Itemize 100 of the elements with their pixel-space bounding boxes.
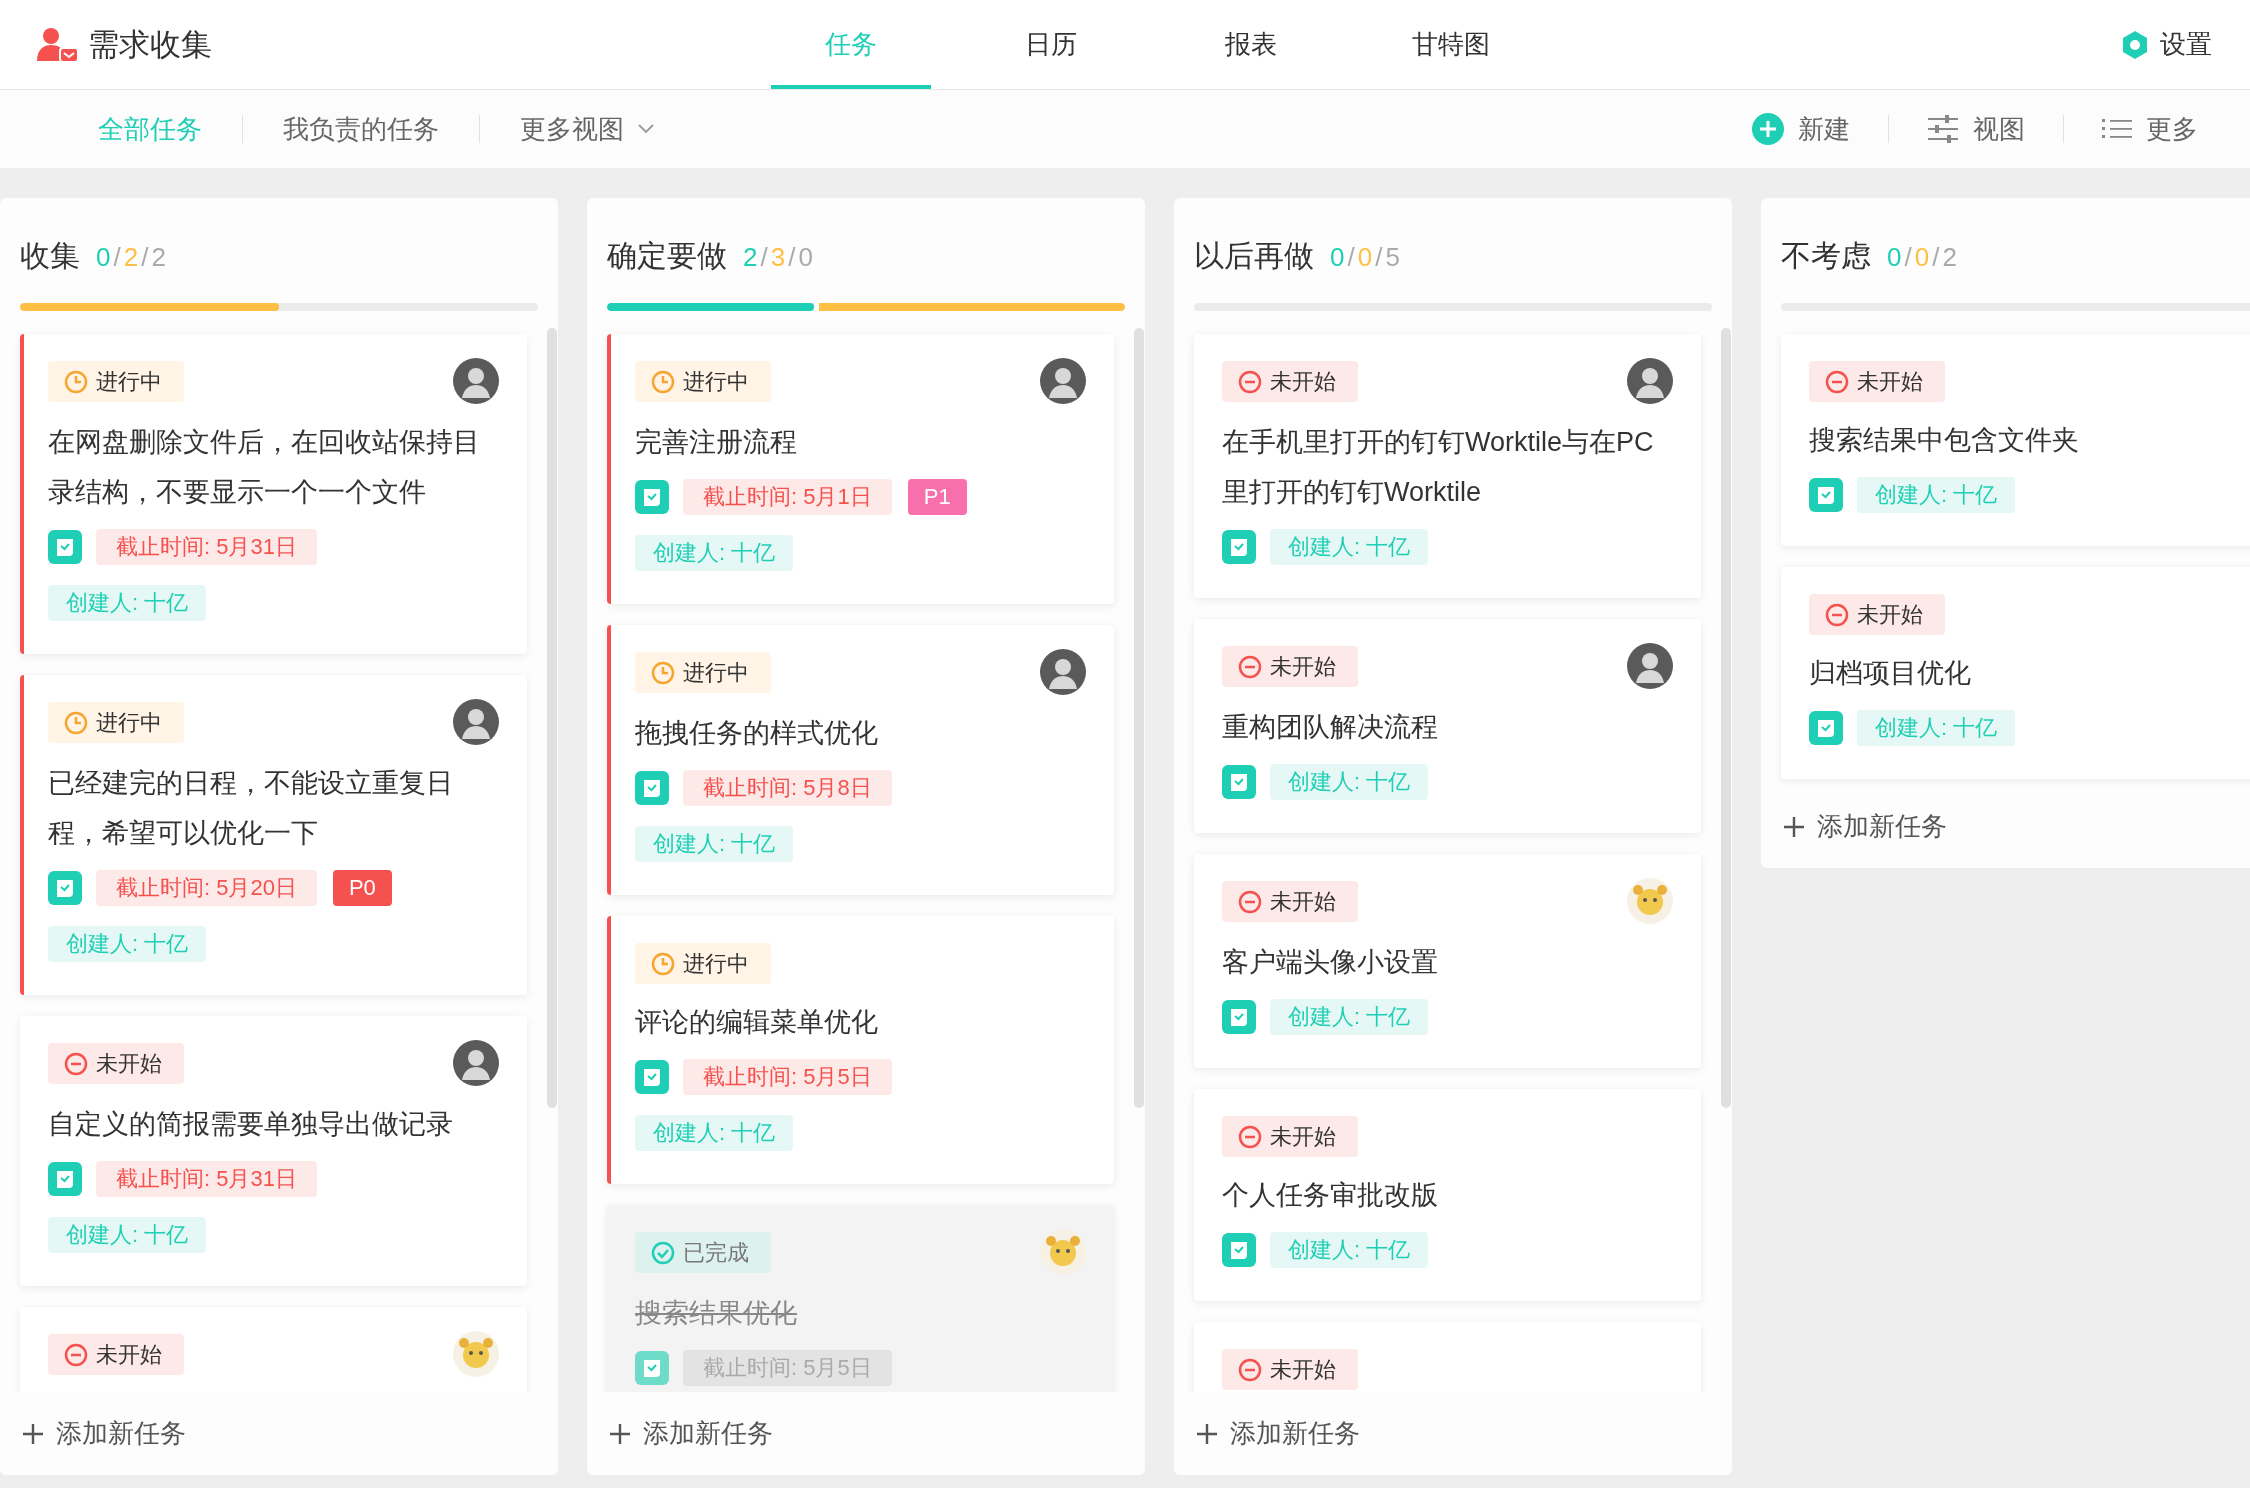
clock-icon [651, 660, 675, 685]
nav-tab[interactable]: 甘特图 [1371, 0, 1531, 89]
task-card[interactable]: 进行中 拖拽任务的样式优化 截止时间: 5月8日 创建人: 十亿 [607, 625, 1114, 895]
task-title: 重构团队解决流程 [1222, 711, 1439, 744]
column-title: 收集 [20, 238, 80, 274]
task-card[interactable]: 进行中 评论的编辑菜单优化 截止时间: 5月5日 创建人: 十亿 [607, 916, 1114, 1184]
view-button[interactable]: 视图 [1889, 111, 2063, 147]
plus-icon [1196, 1422, 1218, 1445]
minus-circle-icon [1825, 602, 1849, 627]
plus-circle-icon [1752, 113, 1784, 145]
task-count: 0 [1887, 242, 1902, 273]
column-title: 不考虑 [1781, 238, 1871, 274]
deadline-tag: 截止时间: 5月31日 [96, 529, 317, 565]
clock-icon [64, 369, 88, 394]
task-card[interactable]: 未开始 重构团队解决流程 创建人: 十亿 [1194, 619, 1701, 833]
count-separator: / [1375, 242, 1383, 273]
more-button[interactable]: 更多 [2064, 111, 2198, 147]
new-button[interactable]: 新建 [1714, 111, 1888, 147]
avatar [1627, 643, 1673, 689]
creator-tag: 创建人: 十亿 [635, 535, 794, 571]
creator-tag: 创建人: 十亿 [635, 826, 794, 862]
minus-circle-icon [1238, 889, 1262, 914]
task-card[interactable]: 未开始 [1194, 1322, 1701, 1392]
settings-icon [2120, 29, 2150, 60]
deadline-tag: 截止时间: 5月5日 [683, 1059, 892, 1095]
task-card[interactable]: 未开始 个人任务审批改版 创建人: 十亿 [1194, 1089, 1701, 1301]
cartoon-avatar [1040, 1229, 1086, 1275]
deadline-tag: 截止时间: 5月1日 [683, 479, 892, 515]
task-card[interactable]: 未开始 客户端头像小设置 创建人: 十亿 [1194, 854, 1701, 1068]
view-tab[interactable]: 我负责的任务 [243, 111, 479, 147]
user-logo-icon [36, 26, 80, 63]
scrollbar-thumb[interactable] [547, 328, 557, 1108]
check-circle-icon [651, 1240, 675, 1265]
status-tag: 未开始 [1809, 361, 1945, 402]
task-card[interactable]: 进行中 已经建完的日程，不能设立重复日程，希望可以优化一下 截止时间: 5月20日 P0 创建人: 十亿 [20, 675, 527, 995]
task-card[interactable]: 未开始 搜索结果中包含文件夹 创建人: 十亿 [1781, 334, 2250, 546]
checkbox-icon [635, 1351, 669, 1385]
checkbox-icon [635, 771, 669, 805]
task-count: 0 [798, 242, 813, 273]
checkbox-icon [1809, 478, 1843, 512]
count-separator: / [1347, 242, 1355, 273]
task-title: 搜索结果中包含文件夹 [1809, 424, 2080, 457]
count-separator: / [760, 242, 768, 273]
task-title: 在手机里打开的钉钉Worktile与在PC里打开的钉钉Worktile [1222, 426, 1655, 509]
deadline-tag: 截止时间: 5月8日 [683, 770, 892, 806]
checkbox-icon [48, 1162, 82, 1196]
checkbox-icon [1222, 530, 1256, 564]
task-card[interactable]: 未开始 归档项目优化 创建人: 十亿 [1781, 567, 2250, 779]
add-task-button[interactable]: 添加新任务 [587, 1392, 1145, 1475]
task-title: 自定义的简报需要单独导出做记录 [48, 1108, 454, 1141]
minus-circle-icon [1825, 369, 1849, 394]
deadline-tag: 截止时间: 5月20日 [96, 870, 317, 906]
checkbox-icon [48, 871, 82, 905]
view-tab[interactable]: 更多视图 [480, 111, 694, 147]
task-card[interactable]: 未开始 [20, 1307, 527, 1392]
minus-circle-icon [64, 1051, 88, 1076]
minus-circle-icon [1238, 1124, 1262, 1149]
status-tag: 未开始 [1222, 646, 1358, 687]
nav-tab[interactable]: 报表 [1171, 0, 1331, 89]
checkbox-icon [1222, 1000, 1256, 1034]
add-task-button[interactable]: 添加新任务 [1761, 785, 2250, 868]
chevron-down-icon [638, 124, 654, 134]
column-title: 确定要做 [607, 238, 727, 274]
task-title: 客户端头像小设置 [1222, 946, 1439, 979]
avatar [1040, 358, 1086, 404]
minus-circle-icon [1238, 654, 1262, 679]
creator-tag: 创建人: 十亿 [635, 1115, 794, 1151]
task-card[interactable]: 未开始 在手机里打开的钉钉Worktile与在PC里打开的钉钉Worktile 创建人: 十亿 [1194, 334, 1701, 598]
minus-circle-icon [64, 1342, 88, 1367]
creator-tag: 创建人: 十亿 [1857, 477, 2016, 513]
checkbox-icon [635, 480, 669, 514]
count-separator: / [1904, 242, 1912, 273]
scrollbar-thumb[interactable] [1721, 328, 1731, 1108]
task-title: 已经建完的日程，不能设立重复日程，希望可以优化一下 [48, 767, 454, 850]
task-card[interactable]: 已完成 搜索结果优化 截止时间: 5月5日 [607, 1205, 1114, 1392]
nav-tab[interactable]: 日历 [971, 0, 1131, 89]
status-tag: 未开始 [1222, 1349, 1358, 1390]
app-title: 需求收集 [88, 25, 212, 64]
add-task-button[interactable]: 添加新任务 [0, 1392, 558, 1475]
task-title: 搜索结果优化 [635, 1297, 798, 1330]
add-task-button[interactable]: 添加新任务 [1174, 1392, 1732, 1475]
minus-circle-icon [1238, 369, 1262, 394]
avatar [1627, 358, 1673, 404]
creator-tag: 创建人: 十亿 [48, 926, 207, 962]
status-tag: 未开始 [1222, 361, 1358, 402]
task-count: 2 [743, 242, 758, 273]
task-title: 拖拽任务的样式优化 [635, 717, 879, 750]
task-count: 0 [1357, 242, 1373, 273]
plus-icon [1783, 815, 1805, 838]
checkbox-icon [1809, 711, 1843, 745]
cartoon-avatar [1627, 878, 1673, 924]
task-count: 5 [1385, 242, 1400, 273]
task-card[interactable]: 进行中 完善注册流程 截止时间: 5月1日 P1 创建人: 十亿 [607, 334, 1114, 604]
task-card[interactable]: 进行中 在网盘删除文件后，在回收站保持目录结构，不要显示一个一个文件 截止时间: 5月31日 创建人: 十亿 [20, 334, 527, 654]
status-tag: 未开始 [1222, 1116, 1358, 1157]
creator-tag: 创建人: 十亿 [48, 1217, 207, 1253]
task-card[interactable]: 未开始 自定义的简报需要单独导出做记录 截止时间: 5月31日 创建人: 十亿 [20, 1016, 527, 1286]
creator-tag: 创建人: 十亿 [1270, 529, 1429, 565]
settings-button[interactable]: 设置 [2120, 27, 2212, 62]
scrollbar-thumb[interactable] [1134, 328, 1144, 1108]
